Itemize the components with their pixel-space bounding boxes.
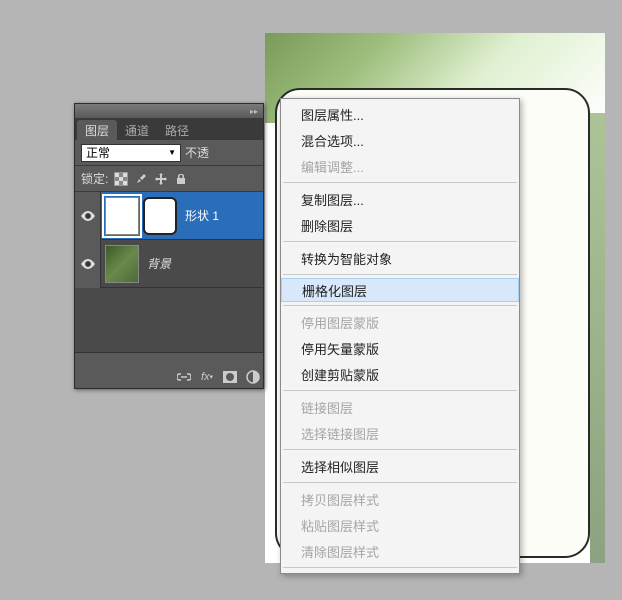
panel-collapse-icon[interactable]: ▸▸ <box>249 106 259 116</box>
menu-select-similar[interactable]: 选择相似图层 <box>281 453 519 479</box>
menu-separator <box>283 390 517 391</box>
layer-name-label[interactable]: 形状 1 <box>177 207 219 224</box>
menu-separator <box>283 567 517 568</box>
adjustment-layer-icon[interactable] <box>245 369 261 385</box>
blend-opacity-row: 正常 ▼ 不透 <box>75 140 263 166</box>
menu-duplicate-layer[interactable]: 复制图层... <box>281 186 519 212</box>
menu-rasterize-layer[interactable]: 栅格化图层 <box>281 278 519 302</box>
menu-copy-layer-style: 拷贝图层样式 <box>281 486 519 512</box>
opacity-label: 不透 <box>185 144 209 161</box>
blend-mode-select[interactable]: 正常 ▼ <box>81 144 181 162</box>
eye-icon <box>81 211 95 221</box>
menu-separator <box>283 305 517 306</box>
menu-disable-vector-mask[interactable]: 停用矢量蒙版 <box>281 335 519 361</box>
layer-content-thumb[interactable] <box>105 245 139 283</box>
blend-mode-value: 正常 <box>86 144 110 161</box>
layer-thumbs <box>101 245 139 283</box>
eye-icon <box>81 259 95 269</box>
menu-layer-properties[interactable]: 图层属性... <box>281 101 519 127</box>
menu-paste-layer-style: 粘贴图层样式 <box>281 512 519 538</box>
layers-panel: ▸▸ 图层 通道 路径 正常 ▼ 不透 锁定: <box>74 103 264 389</box>
panel-bottom-toolbar: fx▾ <box>75 352 263 388</box>
menu-delete-layer[interactable]: 删除图层 <box>281 212 519 238</box>
menu-separator <box>283 274 517 275</box>
lock-row: 锁定: <box>75 166 263 192</box>
layer-mask-icon[interactable] <box>222 369 238 385</box>
menu-blending-options[interactable]: 混合选项... <box>281 127 519 153</box>
dropdown-arrow-icon: ▼ <box>168 148 176 157</box>
menu-clear-layer-style: 清除图层样式 <box>281 538 519 564</box>
menu-separator <box>283 182 517 183</box>
menu-separator <box>283 241 517 242</box>
menu-select-linked: 选择链接图层 <box>281 420 519 446</box>
lock-label: 锁定: <box>81 170 108 187</box>
layer-thumbs <box>101 197 177 235</box>
lock-transparency-icon[interactable] <box>114 172 128 186</box>
layer-row-shape1[interactable]: 形状 1 <box>75 192 263 240</box>
lock-all-icon[interactable] <box>174 172 188 186</box>
menu-create-clipping-mask[interactable]: 创建剪贴蒙版 <box>281 361 519 387</box>
layers-list: 形状 1 背景 <box>75 192 263 352</box>
lock-brush-icon[interactable] <box>134 172 148 186</box>
menu-separator <box>283 449 517 450</box>
menu-separator <box>283 482 517 483</box>
visibility-toggle[interactable] <box>75 192 101 240</box>
fx-icon[interactable]: fx▾ <box>199 369 215 385</box>
lock-icons-group <box>114 172 188 186</box>
tab-paths[interactable]: 路径 <box>157 120 197 140</box>
menu-convert-smart-object[interactable]: 转换为智能对象 <box>281 245 519 271</box>
menu-edit-adjustment: 编辑调整... <box>281 153 519 179</box>
background-photo-side <box>590 113 605 563</box>
panel-titlebar[interactable]: ▸▸ <box>75 104 263 118</box>
tab-layers[interactable]: 图层 <box>77 120 117 140</box>
layer-row-background[interactable]: 背景 <box>75 240 263 288</box>
layer-context-menu: 图层属性... 混合选项... 编辑调整... 复制图层... 删除图层 转换为… <box>280 98 520 574</box>
menu-link-layers: 链接图层 <box>281 394 519 420</box>
visibility-toggle[interactable] <box>75 240 101 288</box>
layer-name-label[interactable]: 背景 <box>139 255 171 272</box>
panel-tabs: 图层 通道 路径 <box>75 118 263 140</box>
layers-list-empty <box>75 288 263 352</box>
layer-vector-mask-thumb[interactable] <box>143 197 177 235</box>
lock-move-icon[interactable] <box>154 172 168 186</box>
menu-disable-layer-mask: 停用图层蒙版 <box>281 309 519 335</box>
layer-content-thumb[interactable] <box>105 197 139 235</box>
tab-channels[interactable]: 通道 <box>117 120 157 140</box>
link-layers-icon[interactable] <box>176 369 192 385</box>
